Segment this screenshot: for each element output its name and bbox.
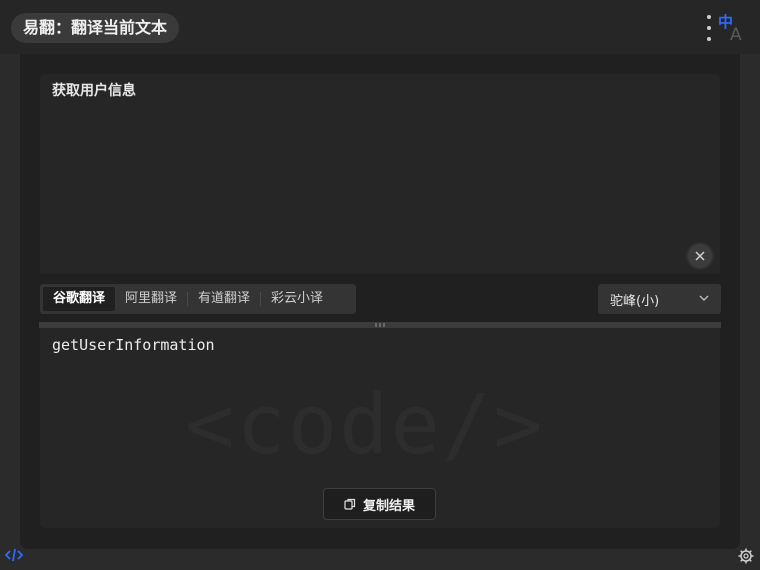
case-style-select[interactable]: 驼峰(小) bbox=[598, 284, 721, 314]
copy-result-button[interactable]: 复制结果 bbox=[323, 488, 436, 520]
title-bar: 易翻：翻译当前文本 中 A bbox=[0, 0, 760, 54]
case-style-value: 驼峰(小) bbox=[610, 294, 660, 309]
close-icon bbox=[695, 251, 705, 261]
result-text: getUserInformation bbox=[52, 336, 215, 354]
source-text: 获取用户信息 bbox=[52, 83, 136, 99]
tab-caiyun[interactable]: 彩云小译 bbox=[261, 287, 333, 311]
code-watermark: <code/> bbox=[185, 378, 545, 473]
translator-tabs: 谷歌翻译 阿里翻译 有道翻译 彩云小译 bbox=[40, 284, 356, 314]
language-switch-icon[interactable]: 中 A bbox=[716, 12, 748, 42]
source-text-area[interactable]: 获取用户信息 bbox=[40, 74, 720, 274]
window-title: 易翻：翻译当前文本 bbox=[11, 13, 180, 43]
copy-icon bbox=[344, 498, 356, 510]
code-icon[interactable] bbox=[5, 548, 23, 562]
copy-result-label: 复制结果 bbox=[362, 498, 415, 514]
tab-youdao[interactable]: 有道翻译 bbox=[188, 287, 260, 311]
lang-icon-a: A bbox=[730, 25, 742, 42]
clear-button[interactable] bbox=[688, 244, 712, 268]
drag-handle-icon bbox=[375, 323, 385, 327]
chevron-down-icon bbox=[699, 295, 709, 301]
tab-google[interactable]: 谷歌翻译 bbox=[43, 287, 116, 311]
tab-ali[interactable]: 阿里翻译 bbox=[115, 287, 187, 311]
more-menu-icon[interactable] bbox=[703, 15, 715, 41]
gear-icon[interactable] bbox=[738, 548, 754, 564]
